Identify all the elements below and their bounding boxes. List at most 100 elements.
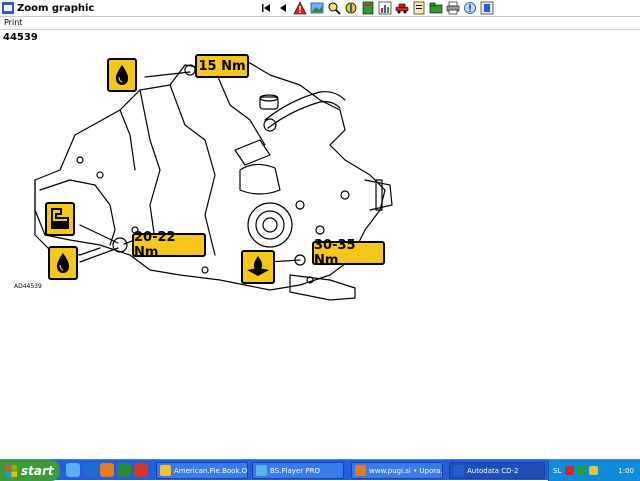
document-icon xyxy=(413,1,425,15)
rib-3 xyxy=(214,69,266,146)
tools-icon xyxy=(345,2,357,14)
window-title: Zoom graphic xyxy=(17,3,95,14)
system-tray: SL 1:00 xyxy=(548,460,640,481)
leader-left-2 xyxy=(79,247,119,263)
print-button[interactable] xyxy=(445,0,461,16)
graphic-code: AD44539 xyxy=(14,283,42,290)
bolt-boss-1 xyxy=(295,200,305,210)
pipe-lower xyxy=(267,101,341,129)
torque-value-left: 20-22 Nm xyxy=(134,230,176,260)
task-button-1[interactable]: American.Pie.Book.O... xyxy=(156,462,248,479)
bolt-boss-2 xyxy=(315,225,325,235)
quick-launch-firefox-icon[interactable] xyxy=(100,463,114,477)
drain-pan-icon xyxy=(247,256,269,276)
car-icon xyxy=(395,3,409,14)
torque-value-top: 15 Nm xyxy=(198,58,246,74)
rib-4 xyxy=(119,109,136,171)
drain-plug-boss xyxy=(112,237,128,253)
oil-drop-icon xyxy=(115,65,129,85)
graphic-panel: 44539 AD44539 15 Nm 20-22 Nm 30-35 Nm xyxy=(0,30,640,459)
oil-drop-icon xyxy=(56,253,70,273)
taskbar: start American.Pie.Book.O... BS.Player P… xyxy=(0,459,640,481)
warning-icon xyxy=(293,1,307,15)
help-icon xyxy=(464,2,476,14)
oil-drop-symbol-left xyxy=(48,246,78,280)
task-button-3[interactable]: www.pugi.si • Upora... xyxy=(351,462,443,479)
output-flange-hub xyxy=(262,217,278,233)
folder-icon xyxy=(429,2,443,14)
first-page-button[interactable] xyxy=(258,0,274,16)
output-flange xyxy=(247,202,293,248)
title-bar: Zoom graphic xyxy=(0,0,640,17)
image-button[interactable] xyxy=(309,0,325,16)
quick-launch-desktop-icon[interactable] xyxy=(66,463,80,477)
torque-value-right: 30-35 Nm xyxy=(314,238,356,268)
level-plug-icon xyxy=(51,208,69,229)
exit-button[interactable] xyxy=(479,0,495,16)
task-label: www.pugi.si • Upora... xyxy=(369,466,442,475)
autodata-icon xyxy=(453,465,464,476)
player-icon xyxy=(256,465,267,476)
start-label: start xyxy=(21,463,54,478)
bolt-2 xyxy=(96,171,104,179)
previous-page-button[interactable] xyxy=(275,0,291,16)
windows-logo-icon xyxy=(5,464,17,477)
language-indicator[interactable]: SL xyxy=(553,467,561,475)
printer-icon xyxy=(446,1,460,15)
chart-icon xyxy=(378,1,392,15)
app-icon xyxy=(2,2,14,14)
task-button-2[interactable]: BS.Player PRO xyxy=(252,462,344,479)
clock: 1:00 xyxy=(618,466,634,475)
zoom-button[interactable] xyxy=(326,0,342,16)
tray-network-icon[interactable] xyxy=(577,466,587,475)
tools-button[interactable] xyxy=(343,0,359,16)
task-button-4[interactable]: Autodata CD-2 xyxy=(449,462,545,479)
drain-symbol xyxy=(241,250,275,284)
warning-button[interactable] xyxy=(292,0,308,16)
quick-launch-app-icon[interactable] xyxy=(134,463,148,477)
menu-print[interactable]: Print xyxy=(4,18,22,28)
book-button[interactable] xyxy=(360,0,376,16)
task-label: BS.Player PRO xyxy=(270,466,320,475)
previous-icon xyxy=(280,4,286,12)
folder-button[interactable] xyxy=(428,0,444,16)
bottom-mount xyxy=(289,274,356,301)
car-button[interactable] xyxy=(394,0,410,16)
torque-label-right: 30-35 Nm xyxy=(312,238,385,268)
quick-launch-media-icon[interactable] xyxy=(117,463,131,477)
pipe-end xyxy=(263,118,277,132)
output-flange-inner xyxy=(255,210,285,240)
quick-launch xyxy=(66,463,151,477)
zoom-icon xyxy=(328,2,341,15)
breather-cap xyxy=(259,96,279,110)
book-icon xyxy=(362,1,374,15)
quick-launch-ie-icon[interactable] xyxy=(83,463,97,477)
chart-button[interactable] xyxy=(377,0,393,16)
folder-icon xyxy=(160,465,171,476)
bolt-boss-3 xyxy=(340,190,350,200)
selector-lever xyxy=(239,163,281,195)
breather-top xyxy=(259,94,279,102)
document-button[interactable] xyxy=(411,0,427,16)
torque-label-left: 20-22 Nm xyxy=(132,230,206,260)
toolbar xyxy=(258,0,496,17)
exit-icon xyxy=(480,1,494,15)
help-button[interactable] xyxy=(462,0,478,16)
image-icon xyxy=(310,2,324,14)
input-shaft xyxy=(364,179,393,211)
task-label: American.Pie.Book.O... xyxy=(174,466,247,475)
menu-bar: Print xyxy=(0,17,640,30)
start-button[interactable]: start xyxy=(0,460,60,481)
level-plug-symbol xyxy=(45,202,75,236)
tray-volume-icon[interactable] xyxy=(589,466,599,475)
bolt-4 xyxy=(201,266,209,274)
first-icon xyxy=(262,4,270,12)
oil-drop-symbol-top xyxy=(107,58,137,92)
torque-label-top: 15 Nm xyxy=(195,54,249,78)
leader-left-1 xyxy=(79,224,119,244)
tray-antivirus-icon[interactable] xyxy=(565,466,575,475)
top-plug-boss xyxy=(184,64,196,76)
bolt-1 xyxy=(76,156,84,164)
leader-top xyxy=(144,71,191,78)
rib-1 xyxy=(139,89,161,241)
